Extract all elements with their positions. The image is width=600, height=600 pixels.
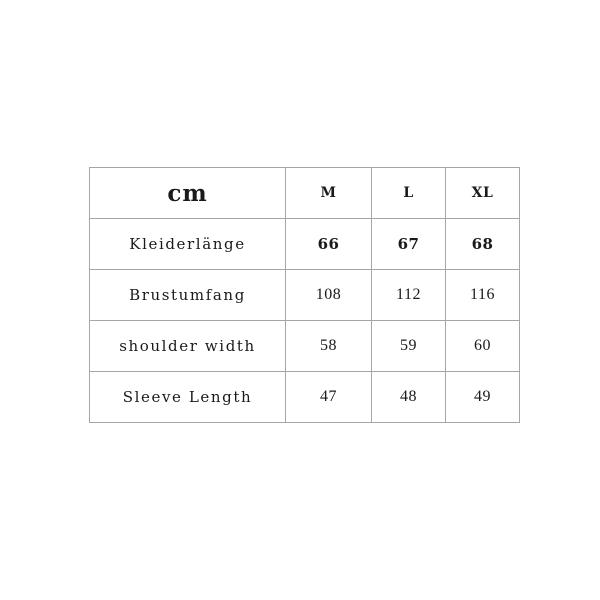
- measurement-value-m: 108: [285, 269, 372, 321]
- size-header-l: L: [371, 167, 446, 219]
- measurement-value-l: 67: [371, 218, 446, 270]
- table-row: Brustumfang 108 112 116: [89, 269, 520, 321]
- size-chart-table: cm M L XL Kleiderlänge 66 67 68 Brustumf…: [89, 167, 520, 423]
- measurement-value-xl: 49: [445, 371, 520, 423]
- table-row: shoulder width 58 59 60: [89, 320, 520, 372]
- size-header-xl: XL: [445, 167, 520, 219]
- measurement-value-l: 48: [371, 371, 446, 423]
- unit-header-cell: cm: [89, 167, 286, 219]
- measurement-value-xl: 68: [445, 218, 520, 270]
- measurement-value-xl: 60: [445, 320, 520, 372]
- size-chart-container: cm M L XL Kleiderlänge 66 67 68 Brustumf…: [89, 167, 520, 423]
- measurement-label: shoulder width: [89, 320, 286, 372]
- table-header-row: cm M L XL: [89, 167, 520, 219]
- measurement-value-m: 66: [285, 218, 372, 270]
- measurement-label: Kleiderlänge: [89, 218, 286, 270]
- measurement-value-m: 47: [285, 371, 372, 423]
- measurement-value-l: 112: [371, 269, 446, 321]
- measurement-value-xl: 116: [445, 269, 520, 321]
- measurement-value-l: 59: [371, 320, 446, 372]
- measurement-label: Sleeve Length: [89, 371, 286, 423]
- table-row: Sleeve Length 47 48 49: [89, 371, 520, 423]
- measurement-label: Brustumfang: [89, 269, 286, 321]
- measurement-value-m: 58: [285, 320, 372, 372]
- table-row: Kleiderlänge 66 67 68: [89, 218, 520, 270]
- size-header-m: M: [285, 167, 372, 219]
